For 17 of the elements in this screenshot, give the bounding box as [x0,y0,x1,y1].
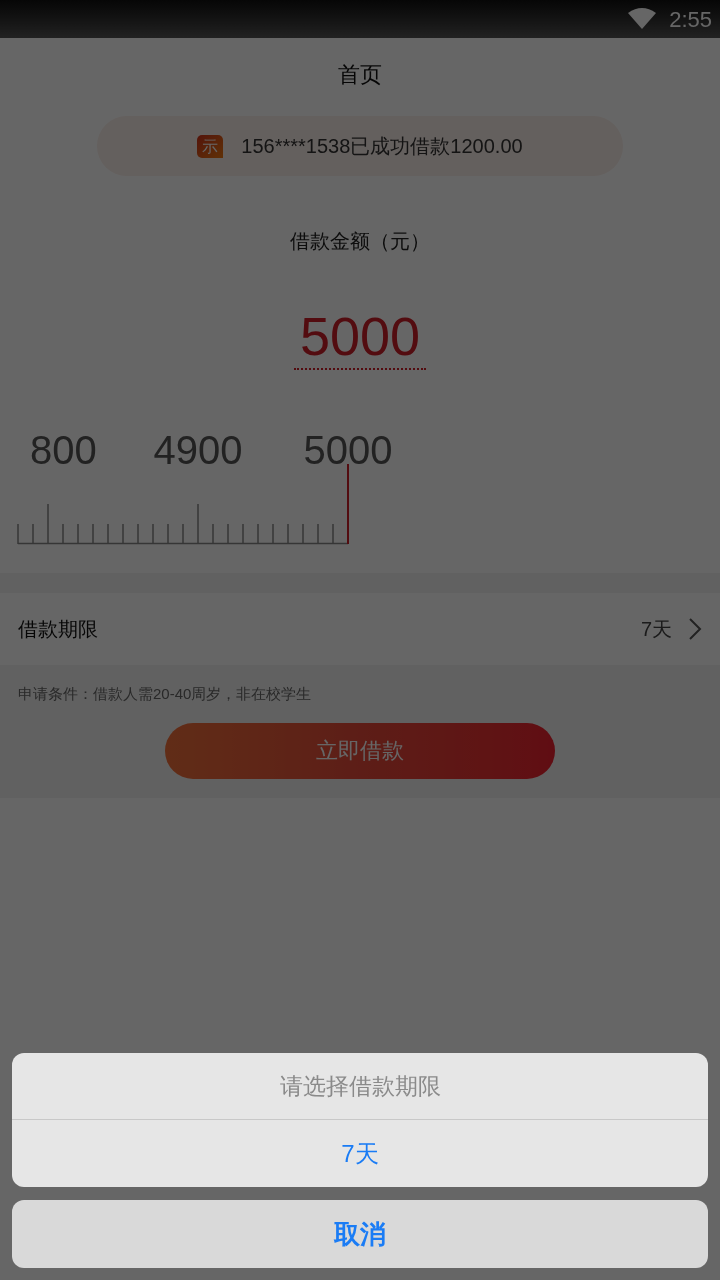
ruler-label: 5000 [303,428,393,472]
notice-text: 156****1538已成功借款1200.00 [241,134,523,159]
status-time: 2:55 [669,5,712,34]
amount-value[interactable]: 5000 [293,304,427,370]
cancel-button[interactable]: 取消 [12,1200,708,1268]
ruler-label: 800 [30,428,97,472]
sheet-option[interactable]: 7天 [12,1120,708,1187]
amount-label: 借款金额（元） [290,229,430,254]
chevron-right-icon [688,617,702,641]
ruler-label: 4900 [153,428,243,472]
notice-icon: 示 [197,134,224,158]
sheet-title: 请选择借款期限 [279,1071,441,1101]
wifi-icon [627,8,658,30]
page-title: 首页 [338,60,382,89]
term-value: 7天 [640,617,672,642]
apply-button[interactable]: 立即借款 [165,722,555,779]
term-label: 借款期限 [18,617,98,642]
